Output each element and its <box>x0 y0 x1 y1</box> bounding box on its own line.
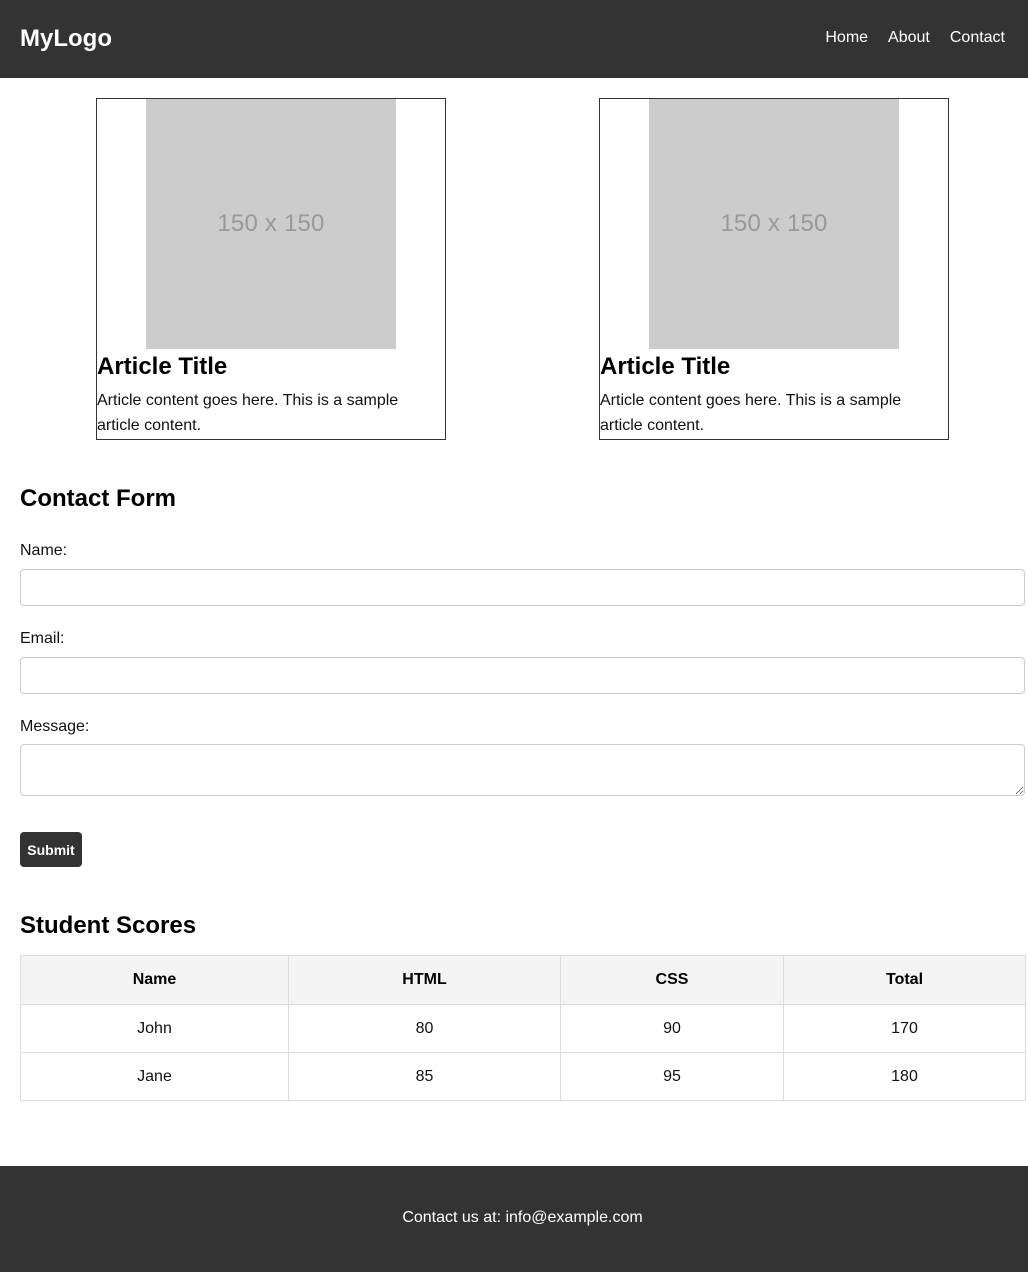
cell-name: John <box>20 1004 289 1053</box>
nav-link-contact[interactable]: Contact <box>950 28 1005 48</box>
footer-contact-text: Contact us at: info@example.com <box>402 1209 643 1226</box>
column-header-total: Total <box>783 955 1026 1005</box>
page: MyLogo Home About Contact 150 x 150 Arti… <box>0 0 1028 1272</box>
site-header: MyLogo Home About Contact <box>0 0 1028 78</box>
article-card: 150 x 150 Article Title Article content … <box>96 98 446 440</box>
article-title: Article Title <box>97 353 228 380</box>
article-image-placeholder: 150 x 150 <box>146 99 396 349</box>
column-header-name: Name <box>20 955 289 1005</box>
article-card: 150 x 150 Article Title Article content … <box>599 98 949 440</box>
cell-css: 95 <box>560 1052 784 1101</box>
table-row: John 80 90 170 <box>20 1004 1026 1053</box>
contact-form-title: Contact Form <box>20 485 176 512</box>
cell-total: 170 <box>783 1004 1026 1053</box>
site-footer: Contact us at: info@example.com <box>0 1166 1028 1272</box>
cell-css: 90 <box>560 1004 784 1053</box>
article-title: Article Title <box>600 353 731 380</box>
nav-link-about[interactable]: About <box>888 28 930 48</box>
table-header-row: Name HTML CSS Total <box>20 955 1026 1005</box>
submit-button[interactable]: Submit <box>20 832 82 867</box>
column-header-html: HTML <box>288 955 561 1005</box>
name-input[interactable] <box>20 569 1025 606</box>
scores-table: Name HTML CSS Total John 80 90 170 Jane … <box>20 955 1026 1101</box>
main-nav: Home About Contact <box>825 28 1005 48</box>
cell-html: 85 <box>288 1052 561 1101</box>
cell-total: 180 <box>783 1052 1026 1101</box>
article-body: Article content goes here. This is a sam… <box>600 392 902 434</box>
column-header-css: CSS <box>560 955 784 1005</box>
email-input[interactable] <box>20 657 1025 694</box>
logo[interactable]: MyLogo <box>20 24 112 54</box>
article-image-placeholder: 150 x 150 <box>649 99 899 349</box>
table-row: Jane 85 95 180 <box>20 1052 1026 1101</box>
cell-html: 80 <box>288 1004 561 1053</box>
cell-name: Jane <box>20 1052 289 1101</box>
email-label: Email: <box>20 630 65 647</box>
name-label: Name: <box>20 542 68 559</box>
message-textarea[interactable] <box>20 744 1025 796</box>
student-scores-title: Student Scores <box>20 912 197 939</box>
nav-link-home[interactable]: Home <box>825 28 868 48</box>
message-label: Message: <box>20 718 90 735</box>
article-body: Article content goes here. This is a sam… <box>97 392 399 434</box>
